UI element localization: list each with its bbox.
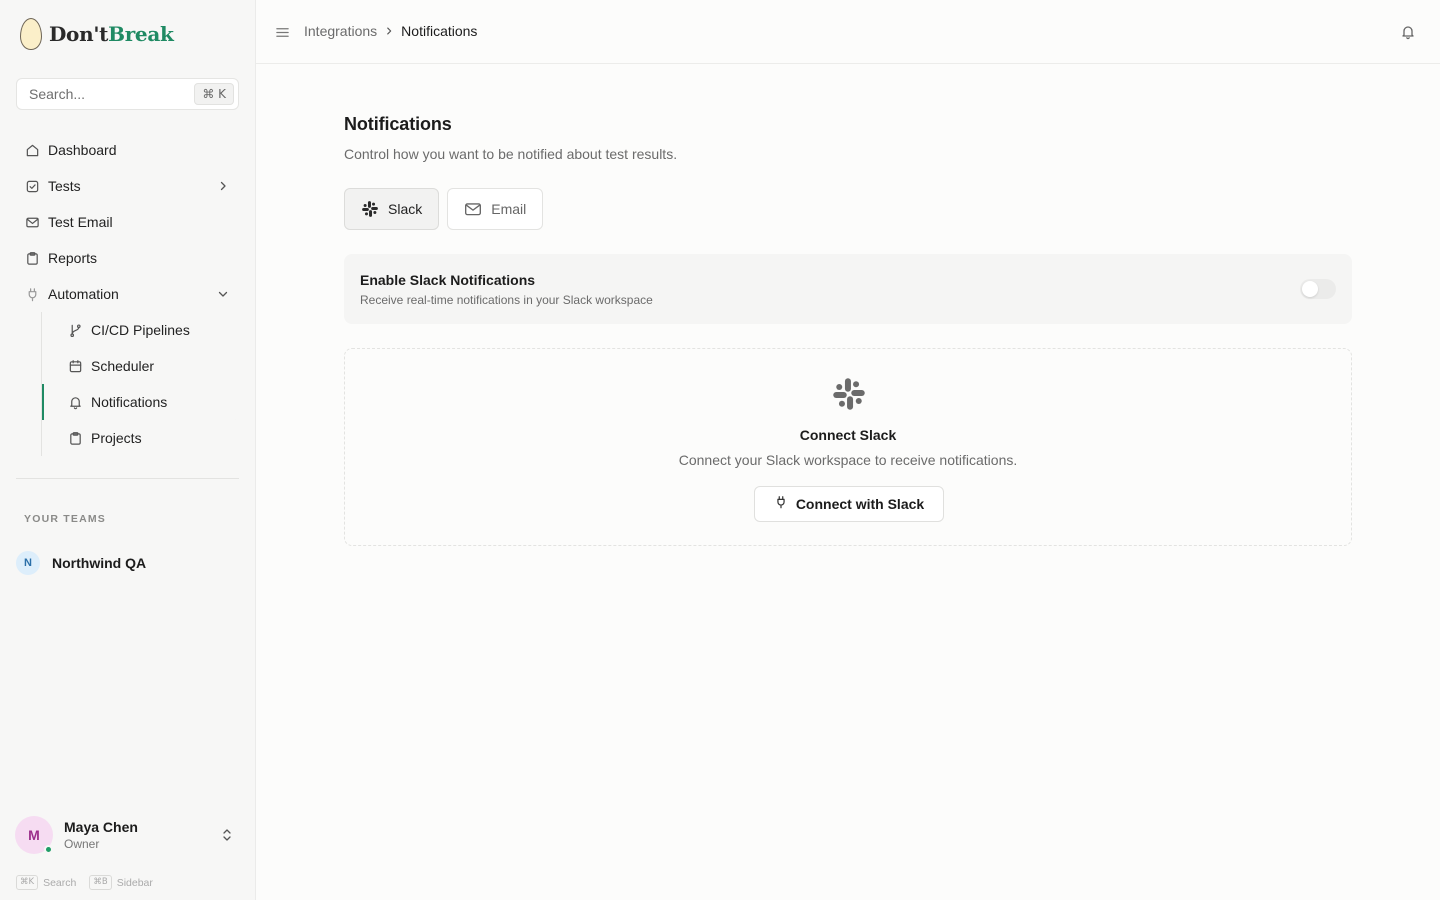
- sidebar: Don'tBreak ⌘ K Dashboard Tests Test E: [0, 0, 256, 900]
- home-icon: [24, 142, 40, 158]
- mail-icon: [464, 200, 482, 218]
- chevron-down-icon: [215, 286, 231, 302]
- team-item[interactable]: N Northwind QA: [16, 550, 146, 576]
- calendar-icon: [67, 358, 83, 374]
- hint-label: Sidebar: [116, 876, 153, 889]
- sidebar-item-test-email[interactable]: Test Email: [16, 204, 239, 240]
- plug-icon: [774, 495, 788, 514]
- search-box[interactable]: ⌘ K: [16, 78, 239, 110]
- tab-slack[interactable]: Slack: [344, 188, 440, 230]
- slack-icon: [831, 376, 867, 412]
- clipboard-icon: [67, 430, 83, 446]
- team-avatar: N: [16, 551, 40, 575]
- sidebar-item-label: Test Email: [48, 214, 113, 230]
- search-shortcut-badge: ⌘ K: [194, 83, 234, 105]
- app-name-part1: Don't: [49, 22, 109, 46]
- teams-heading: YOUR TEAMS: [24, 513, 107, 525]
- bell-icon: [67, 394, 83, 410]
- sidebar-item-cicd-pipelines[interactable]: CI/CD Pipelines: [42, 312, 239, 348]
- top-header: Integrations Notifications: [256, 0, 1440, 64]
- bell-icon[interactable]: [1400, 24, 1416, 40]
- toggle-title: Enable Slack Notifications: [360, 272, 536, 288]
- chevron-right-icon: [215, 178, 231, 194]
- slack-toggle-card: Enable Slack Notifications Receive real-…: [344, 254, 1352, 324]
- channel-tabs: Slack Email: [344, 188, 551, 230]
- sidebar-item-scheduler[interactable]: Scheduler: [42, 348, 239, 384]
- sidebar-item-label: Tests: [48, 178, 81, 194]
- tab-label: Slack: [388, 201, 423, 217]
- toggle-knob: [1302, 281, 1318, 297]
- main-content: Notifications Control how you want to be…: [344, 114, 1352, 546]
- user-name: Maya Chen: [64, 819, 138, 835]
- breadcrumb: Integrations Notifications: [304, 23, 477, 39]
- hint-key: ⌘K: [16, 875, 39, 890]
- sidebar-nav: Dashboard Tests Test Email Reports Autom…: [16, 132, 239, 456]
- button-label: Connect with Slack: [795, 496, 925, 512]
- checkbox-icon: [24, 178, 40, 194]
- clipboard-icon: [24, 250, 40, 266]
- sidebar-item-label: Scheduler: [91, 358, 155, 374]
- automation-submenu: CI/CD Pipelines Scheduler Notifications …: [41, 312, 239, 456]
- tab-email[interactable]: Email: [447, 188, 544, 230]
- user-avatar: M: [15, 816, 53, 854]
- user-menu[interactable]: M Maya Chen Owner: [15, 816, 241, 854]
- online-status-indicator: [44, 845, 53, 854]
- toggle-description: Receive real-time notifications in your …: [360, 293, 653, 307]
- menu-icon[interactable]: [274, 24, 290, 40]
- user-initial: M: [28, 827, 40, 843]
- sidebar-item-tests[interactable]: Tests: [16, 168, 239, 204]
- sidebar-item-notifications[interactable]: Notifications: [42, 384, 239, 420]
- sidebar-divider: [16, 478, 239, 479]
- sidebar-item-label: Dashboard: [48, 142, 117, 158]
- sidebar-item-automation[interactable]: Automation: [16, 276, 239, 312]
- git-branch-icon: [67, 322, 83, 338]
- keyboard-hints: ⌘K Search ⌘B Sidebar: [16, 875, 166, 890]
- breadcrumb-integrations[interactable]: Integrations: [304, 23, 377, 39]
- app-logo[interactable]: Don'tBreak: [20, 18, 174, 50]
- tab-label: Email: [491, 201, 527, 217]
- search-input[interactable]: [29, 86, 179, 102]
- mail-icon: [24, 214, 40, 230]
- connect-title: Connect Slack: [799, 427, 897, 443]
- page-description: Control how you want to be notified abou…: [344, 146, 678, 162]
- sidebar-item-label: CI/CD Pipelines: [91, 322, 190, 338]
- user-role: Owner: [64, 837, 100, 851]
- app-name: Don'tBreak: [49, 22, 174, 46]
- sidebar-item-label: Reports: [48, 250, 98, 266]
- sidebar-item-reports[interactable]: Reports: [16, 240, 239, 276]
- connect-description: Connect your Slack workspace to receive …: [678, 452, 1018, 468]
- sidebar-item-label: Automation: [48, 286, 119, 302]
- slack-icon: [361, 200, 379, 218]
- sidebar-item-label: Projects: [91, 430, 142, 446]
- team-name: Northwind QA: [52, 555, 147, 571]
- user-info: Maya Chen Owner: [64, 819, 138, 851]
- egg-logo-icon: [20, 18, 42, 50]
- sidebar-item-projects[interactable]: Projects: [42, 420, 239, 456]
- connect-with-slack-button[interactable]: Connect with Slack: [754, 486, 944, 522]
- chevron-right-icon: [384, 26, 394, 36]
- plug-icon: [24, 286, 40, 302]
- connect-slack-card: Connect Slack Connect your Slack workspa…: [344, 348, 1352, 546]
- sidebar-item-dashboard[interactable]: Dashboard: [16, 132, 239, 168]
- breadcrumb-notifications: Notifications: [401, 23, 478, 39]
- enable-slack-toggle[interactable]: [1300, 279, 1336, 299]
- sidebar-item-label: Notifications: [91, 394, 168, 410]
- hint-key: ⌘B: [89, 875, 112, 890]
- chevron-up-down-icon[interactable]: [219, 827, 235, 843]
- hint-label: Search: [43, 876, 77, 889]
- page-title: Notifications: [344, 114, 452, 134]
- app-name-part2: Break: [108, 22, 174, 46]
